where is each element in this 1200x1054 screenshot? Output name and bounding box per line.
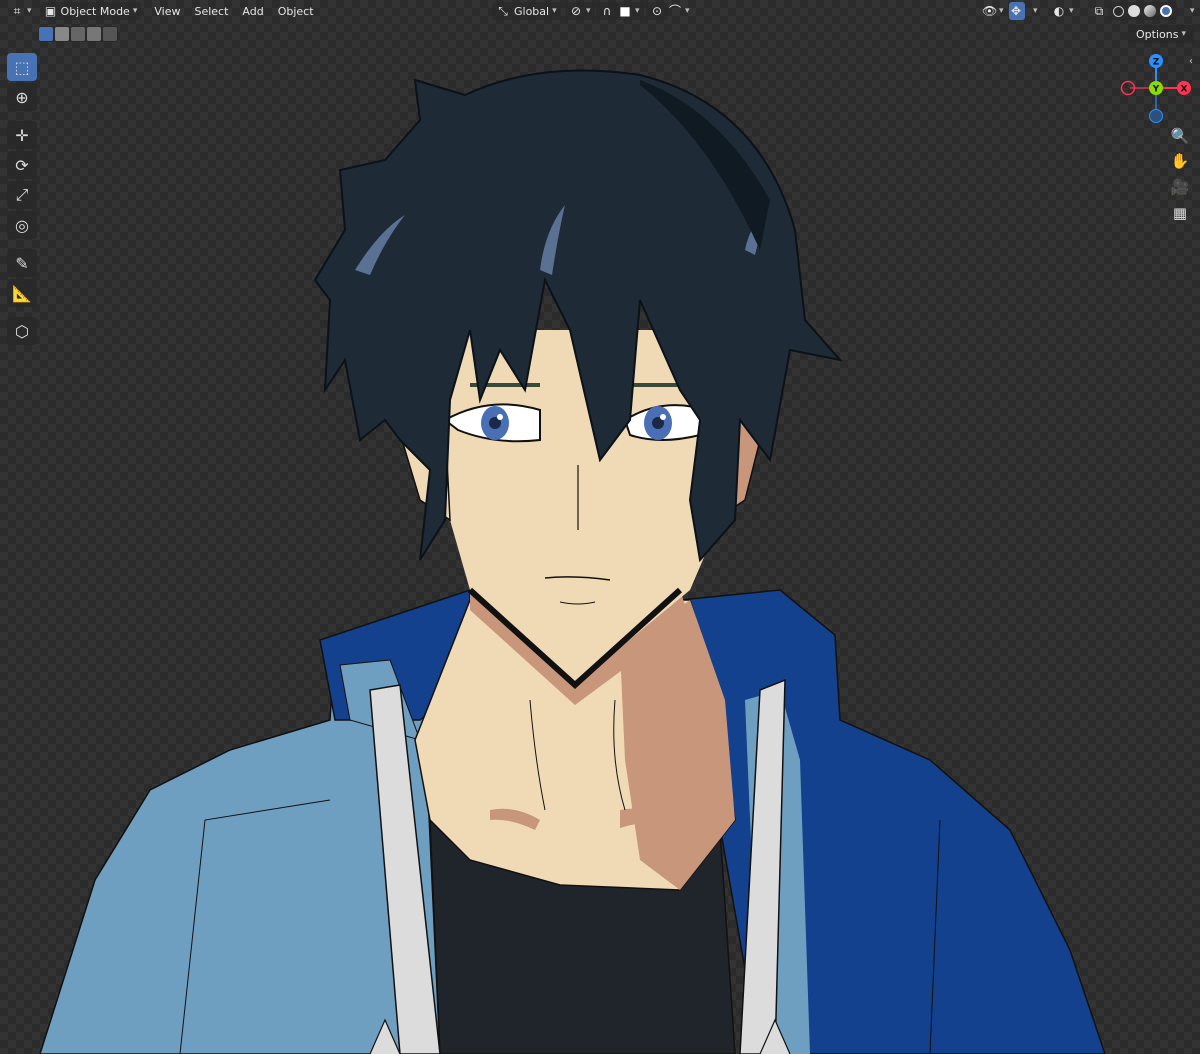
menu-object[interactable]: Object <box>271 2 321 20</box>
orientation-label: Global <box>514 4 550 18</box>
xray-toggle[interactable]: ⧉ <box>1088 2 1110 20</box>
cursor-icon: ⊕ <box>15 87 29 107</box>
chevron-down-icon: ▾ <box>999 6 1004 16</box>
select-subtract-icon[interactable] <box>71 27 85 41</box>
transform-tool[interactable]: ◎ <box>7 211 37 239</box>
add-cube-icon: ⬡ <box>15 321 29 341</box>
chevron-down-icon: ▾ <box>1069 6 1074 16</box>
tool-shelf: ⬚ ⊕ ✛ ⟳ ⤢ ◎ ✎ 📐 ⬡ <box>7 51 41 347</box>
solid-shading-icon[interactable] <box>1128 5 1140 17</box>
rotate-tool[interactable]: ⟳ <box>7 151 37 179</box>
axis-grid-icon: ⌗ <box>13 4 21 18</box>
magnet-icon: ∩ <box>602 4 612 18</box>
measure-tool[interactable]: 📐 <box>7 279 37 307</box>
annotate-icon: ✎ <box>15 253 29 273</box>
chevron-down-icon: ▾ <box>685 6 690 16</box>
pan-hand-icon[interactable]: ✋ <box>1168 149 1192 173</box>
transform-icon: ◎ <box>15 215 29 235</box>
move-icon: ✛ <box>15 125 29 145</box>
rotate-icon: ⟳ <box>15 155 29 175</box>
select-invert-icon[interactable] <box>87 27 101 41</box>
annotate-tool[interactable]: ✎ <box>7 249 37 277</box>
chevron-down-icon: ▾ <box>27 6 32 16</box>
scale-tool[interactable]: ⤢ <box>7 181 37 209</box>
menu-view[interactable]: View <box>147 2 187 20</box>
zoom-icon[interactable]: 🔍 <box>1168 124 1192 148</box>
measure-icon: 📐 <box>12 283 32 303</box>
chevron-down-icon: ▾ <box>1033 6 1038 16</box>
gizmo-x-label: X <box>1181 85 1188 95</box>
material-shading-icon[interactable] <box>1144 5 1156 17</box>
proportional-edit-icon: ⊙ <box>651 4 663 18</box>
move-tool[interactable]: ✛ <box>7 121 37 149</box>
pivot-dropdown[interactable]: ⊘ ▾ <box>565 2 595 20</box>
navigation-gizmo[interactable]: Z X Y <box>1118 52 1194 128</box>
wireframe-shading-icon[interactable] <box>1113 5 1124 17</box>
shading-dropdown[interactable]: ▾ <box>1183 2 1199 20</box>
ortho-grid-icon[interactable]: ▦ <box>1168 201 1192 225</box>
overlays-icon: ◐ <box>1053 4 1065 18</box>
overlays-dropdown[interactable]: ◐ ▾ <box>1048 2 1078 20</box>
gizmo-z-label: Z <box>1153 58 1160 68</box>
rendered-shading-icon[interactable] <box>1160 5 1172 17</box>
mode-dropdown[interactable]: ▣ Object Mode ▾ <box>39 2 142 20</box>
object-mode-icon: ▣ <box>44 4 57 18</box>
snap-increment-icon: ■ <box>619 4 631 18</box>
mode-label: Object Mode <box>60 4 130 18</box>
sidebar-toggle-icon[interactable]: ‹ <box>1189 56 1193 67</box>
gizmo-neg-z-axis <box>1149 109 1163 123</box>
orientation-icon: ⤡ <box>498 4 508 18</box>
gizmo-icon: ✥ <box>1010 4 1022 18</box>
chevron-down-icon: ▾ <box>635 6 640 16</box>
snap-target-dropdown[interactable]: ■ ▾ <box>614 2 644 20</box>
falloff-curve-icon: ⌒ <box>668 4 681 18</box>
chevron-down-icon: ▾ <box>1190 6 1195 16</box>
chevron-down-icon: ▾ <box>552 6 557 16</box>
editor-type-selector[interactable]: ⌗ ▾ <box>6 2 36 20</box>
select-new-icon[interactable] <box>39 27 53 41</box>
chevron-down-icon: ▾ <box>132 6 138 16</box>
xray-icon: ⧉ <box>1094 4 1104 18</box>
chevron-down-icon: ▾ <box>586 6 591 16</box>
transform-orientation-dropdown[interactable]: ⤡ Global ▾ <box>492 2 561 20</box>
camera-view-icon[interactable]: 🎥 <box>1168 175 1192 199</box>
eye-icon: 👁 <box>982 4 998 18</box>
menu-add[interactable]: Add <box>235 2 270 20</box>
falloff-dropdown[interactable]: ⌒ ▾ <box>664 2 694 20</box>
visibility-dropdown[interactable]: 👁 ▾ <box>978 2 1008 20</box>
select-box-icon: ⬚ <box>14 57 30 77</box>
options-dropdown[interactable]: Options ▾ <box>1128 25 1194 43</box>
chevron-down-icon: ▾ <box>1181 29 1186 39</box>
scale-icon: ⤢ <box>15 185 29 204</box>
gizmo-toggle[interactable]: ✥ <box>1009 2 1025 20</box>
anime-character-artwork <box>39 69 1106 1054</box>
shading-modes <box>1108 2 1177 20</box>
tool-settings-row: Options ▾ <box>0 23 1200 45</box>
cursor-tool[interactable]: ⊕ <box>7 83 37 111</box>
pivot-icon: ⊘ <box>570 4 582 18</box>
viewport-header: ⌗ ▾ ▣ Object Mode ▾ View Select Add Object … <box>0 0 1200 22</box>
gizmo-dropdown[interactable]: ▾ <box>1026 2 1042 20</box>
selection-mode-group <box>38 26 118 42</box>
menu-select[interactable]: Select <box>187 2 235 20</box>
select-extend-icon[interactable] <box>55 27 69 41</box>
select-intersect-icon[interactable] <box>103 27 117 41</box>
select-box-tool[interactable]: ⬚ <box>7 53 37 81</box>
gizmo-y-label: Y <box>1152 85 1160 95</box>
add-cube-tool[interactable]: ⬡ <box>7 317 37 345</box>
options-label: Options <box>1136 27 1179 41</box>
